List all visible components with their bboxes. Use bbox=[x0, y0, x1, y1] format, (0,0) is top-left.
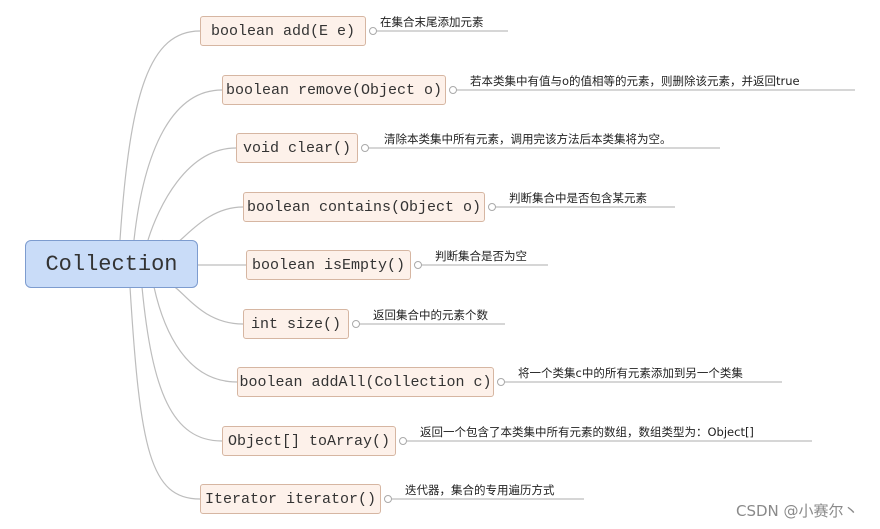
method-signature: boolean add(E e) bbox=[210, 22, 356, 40]
method-node[interactable]: int size() bbox=[243, 309, 349, 339]
branch-line bbox=[165, 284, 244, 325]
method-description: 判断集合是否为空 bbox=[435, 249, 527, 263]
method-description: 在集合末尾添加元素 bbox=[380, 15, 484, 29]
method-signature: Iterator iterator() bbox=[204, 490, 377, 508]
branch-line bbox=[141, 286, 223, 442]
method-description: 判断集合中是否包含某元素 bbox=[509, 191, 647, 205]
method-description: 清除本类集中所有元素，调用完该方法后本类集将为空。 bbox=[384, 132, 672, 146]
collapse-toggle-icon[interactable] bbox=[369, 27, 377, 35]
method-signature: boolean addAll(Collection c) bbox=[239, 373, 492, 391]
method-node[interactable]: boolean addAll(Collection c) bbox=[237, 367, 494, 397]
method-description: 若本类集中有值与o的值相等的元素，则删除该元素，并返回true bbox=[470, 74, 800, 88]
collapse-toggle-icon[interactable] bbox=[399, 437, 407, 445]
collapse-toggle-icon[interactable] bbox=[497, 378, 505, 386]
branch-line bbox=[129, 286, 201, 500]
branch-line bbox=[147, 147, 237, 241]
method-description: 返回一个包含了本类集中所有元素的数组，数组类型为：Object[] bbox=[420, 425, 754, 439]
collapse-toggle-icon[interactable] bbox=[449, 86, 457, 94]
root-label: Collection bbox=[45, 251, 178, 277]
method-signature: boolean isEmpty() bbox=[251, 256, 406, 274]
method-node[interactable]: boolean isEmpty() bbox=[246, 250, 411, 280]
method-description: 返回集合中的元素个数 bbox=[373, 308, 488, 322]
method-node[interactable]: boolean contains(Object o) bbox=[243, 192, 485, 222]
method-signature: void clear() bbox=[242, 139, 352, 157]
collapse-toggle-icon[interactable] bbox=[361, 144, 369, 152]
method-signature: Object[] toArray() bbox=[227, 432, 391, 450]
collapse-toggle-icon[interactable] bbox=[414, 261, 422, 269]
method-signature: int size() bbox=[250, 315, 341, 333]
method-node[interactable]: boolean add(E e) bbox=[200, 16, 366, 46]
method-signature: boolean remove(Object o) bbox=[225, 81, 443, 99]
collapse-toggle-icon[interactable] bbox=[488, 203, 496, 211]
method-signature: boolean contains(Object o) bbox=[246, 198, 482, 216]
method-node[interactable]: void clear() bbox=[236, 133, 358, 163]
method-node[interactable]: Iterator iterator() bbox=[200, 484, 381, 514]
branch-line bbox=[153, 286, 238, 383]
method-node[interactable]: boolean remove(Object o) bbox=[222, 75, 446, 105]
method-node[interactable]: Object[] toArray() bbox=[222, 426, 396, 456]
collapse-toggle-icon[interactable] bbox=[384, 495, 392, 503]
root-node-collection[interactable]: Collection bbox=[25, 240, 198, 288]
method-description: 迭代器，集合的专用遍历方式 bbox=[405, 483, 555, 497]
collapse-toggle-icon[interactable] bbox=[352, 320, 360, 328]
watermark: CSDN @小赛尔丶 bbox=[736, 502, 859, 520]
method-description: 将一个类集c中的所有元素添加到另一个类集 bbox=[518, 366, 743, 380]
